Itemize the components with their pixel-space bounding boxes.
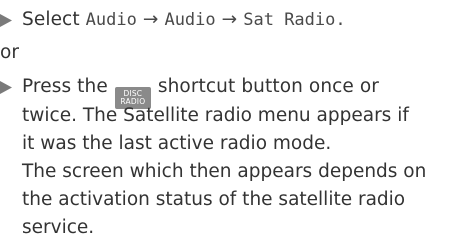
- step-press-line-2: twice. The Satellite radio menu appears …: [22, 105, 409, 126]
- right-arrow-icon: →: [221, 9, 238, 30]
- step-press-line-6: service.: [22, 217, 95, 238]
- right-arrow-icon: →: [142, 9, 159, 30]
- instruction-page: Select Audio → Audio → Sat Radio. or Press t…: [0, 0, 464, 247]
- triangle-right-icon: [0, 73, 22, 101]
- select-label: Select: [22, 9, 80, 30]
- menu-item-audio-sub: Audio: [164, 10, 216, 30]
- step-select-text: Select Audio → Audio → Sat Radio.: [22, 6, 346, 34]
- step-select-audio: Select Audio → Audio → Sat Radio.: [0, 6, 346, 34]
- step-press-line-4: The screen which then appears depends on: [22, 161, 427, 182]
- press-text: Press the: [22, 76, 108, 97]
- step-press-line-3: it was the last active radio mode.: [22, 133, 332, 154]
- menu-item-sat-radio: Sat Radio.: [243, 10, 346, 30]
- triangle-right-icon: [0, 6, 22, 34]
- step-press-line-5: the activation status of the satellite r…: [22, 189, 406, 210]
- or-separator: or: [0, 42, 19, 63]
- shortcut-text: shortcut button once or: [157, 76, 380, 97]
- menu-item-audio: Audio: [85, 10, 137, 30]
